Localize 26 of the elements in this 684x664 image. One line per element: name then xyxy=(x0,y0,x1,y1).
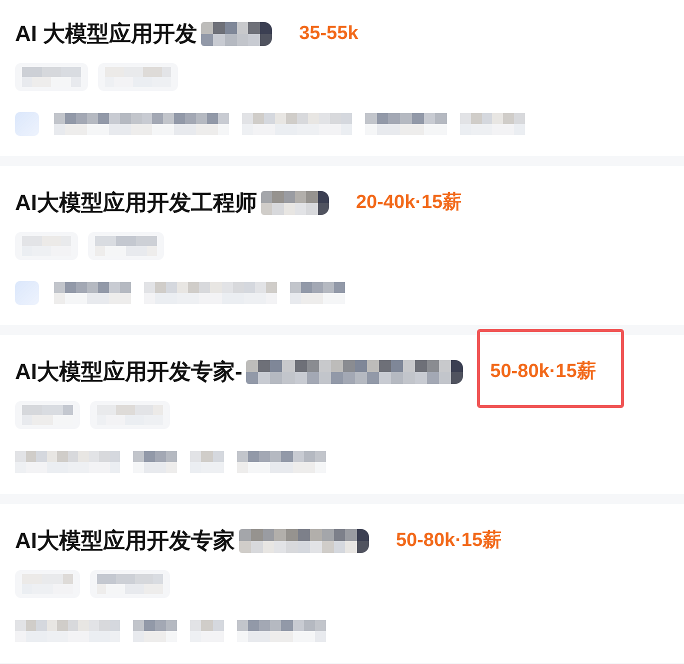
job-card[interactable]: AI大模型应用开发工程师 20-40k·15薪 xyxy=(0,166,684,325)
blurred-logo-icon xyxy=(15,281,39,305)
pixelated-text-drawing xyxy=(22,67,81,87)
pixelated-text-drawing xyxy=(22,405,73,425)
salary-text: 20-40k·15薪 xyxy=(356,190,462,215)
pixelated-text-drawing xyxy=(96,405,163,425)
pixelated-text-drawing xyxy=(104,67,171,87)
job-title: AI大模型应用开发专家 xyxy=(15,527,235,555)
pixelated-text-drawing xyxy=(94,236,157,256)
salary-text: 50-80k·15薪 xyxy=(490,360,596,384)
pixelated-text-drawing xyxy=(133,451,177,473)
job-title: AI大模型应用开发专家- xyxy=(15,358,242,386)
salary-text: 50-80k·15薪 xyxy=(396,528,502,553)
pixelated-text-drawing xyxy=(133,620,177,642)
pixelated-text-drawing xyxy=(190,451,224,473)
blurred-logo-icon xyxy=(15,112,39,136)
pixelated-text-drawing xyxy=(190,620,224,642)
job-card[interactable]: AI大模型应用开发专家 50-80k·15薪 xyxy=(0,504,684,663)
job-card[interactable]: AI 大模型应用开发 35-55k xyxy=(0,0,684,156)
pixelated-text-drawing xyxy=(96,574,163,594)
job-title: AI 大模型应用开发 xyxy=(15,20,198,48)
pixelated-text-drawing xyxy=(460,113,525,135)
salary-text: 35-55k xyxy=(299,22,358,46)
pixelated-text-drawing xyxy=(290,282,345,304)
job-title: AI大模型应用开发工程师 xyxy=(15,189,257,217)
pixelated-text-drawing xyxy=(22,574,73,594)
